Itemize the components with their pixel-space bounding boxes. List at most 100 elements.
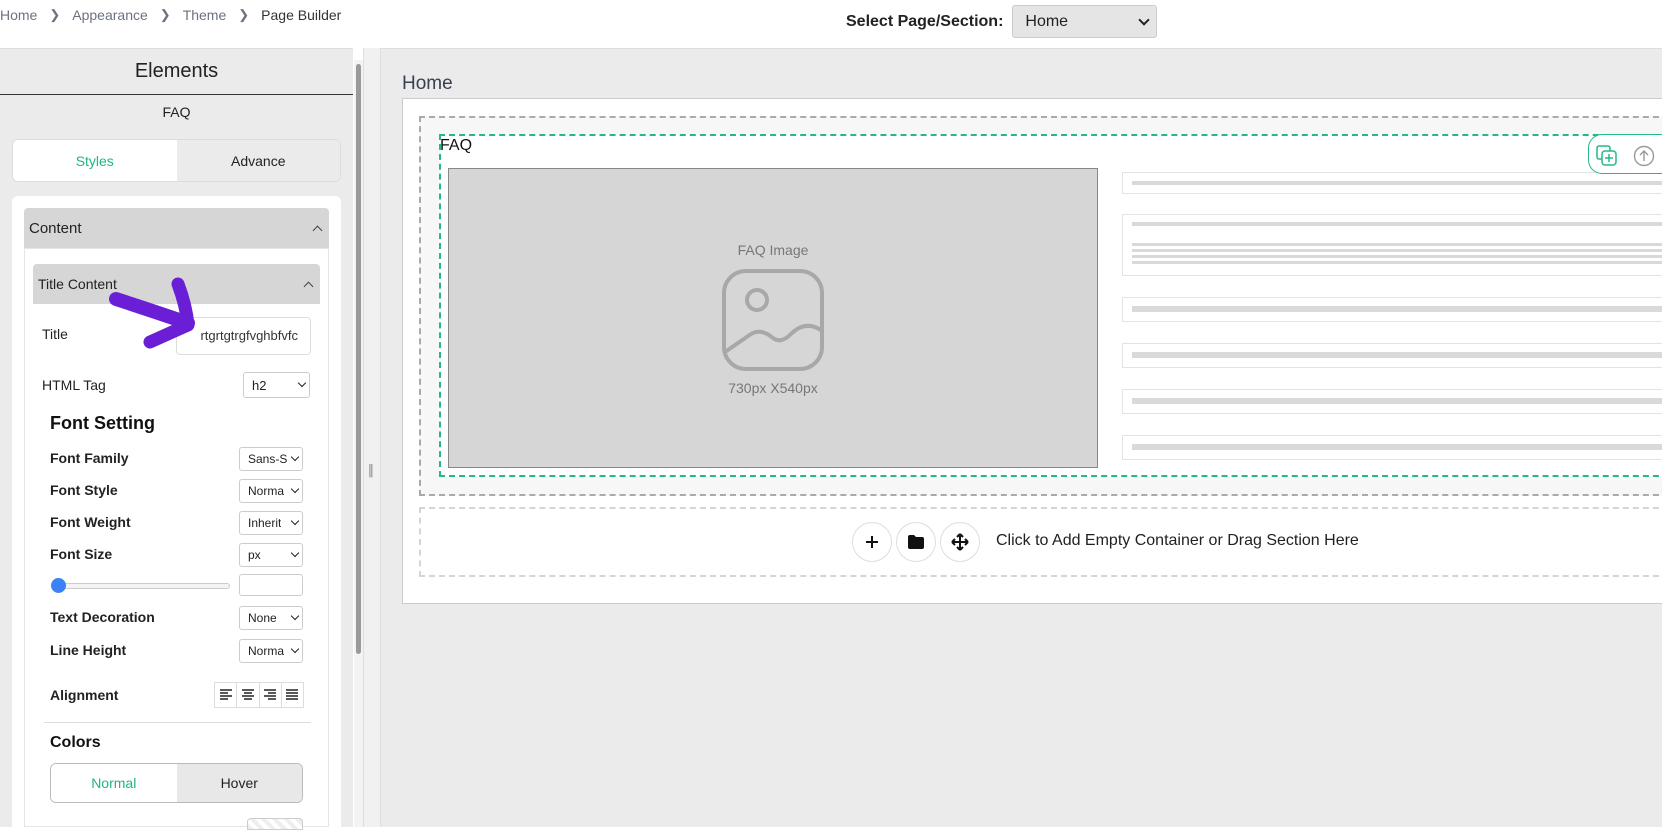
title-content-accordion-header[interactable]: Title Content <box>33 264 320 304</box>
text-decoration-label: Text Decoration <box>50 609 155 625</box>
faq-image-title: FAQ Image <box>737 242 809 258</box>
align-center-icon <box>241 689 254 700</box>
placeholder-line <box>1132 243 1662 246</box>
chevron-down-icon <box>290 484 300 494</box>
top-bar: Home ❯ Appearance ❯ Theme ❯ Page Builder… <box>0 0 1662 48</box>
page-select-label: Select Page/Section: <box>846 12 1004 30</box>
align-left-button[interactable] <box>215 683 238 707</box>
align-left-icon <box>219 689 232 700</box>
page-title: Home <box>402 73 453 94</box>
content-accordion-label: Content <box>29 219 82 237</box>
chevron-down-icon <box>1138 13 1151 26</box>
font-family-label: Font Family <box>50 450 129 466</box>
placeholder-line <box>1132 352 1662 358</box>
breadcrumb-home[interactable]: Home <box>0 7 37 23</box>
font-weight-select[interactable]: Inherit <box>239 511 303 535</box>
placeholder-line <box>1132 222 1662 226</box>
font-size-label: Font Size <box>50 546 113 562</box>
divider <box>44 722 311 723</box>
move-icon <box>951 533 969 551</box>
font-size-unit-select[interactable]: px <box>239 543 303 567</box>
breadcrumb-page-builder: Page Builder <box>261 7 342 23</box>
font-size-slider-thumb[interactable] <box>51 578 66 593</box>
font-setting-heading: Font Setting <box>50 413 155 433</box>
page-select-dropdown[interactable]: Home <box>1012 5 1158 38</box>
chevron-down-icon <box>290 611 300 621</box>
colors-heading: Colors <box>50 734 101 751</box>
font-weight-value: Inherit <box>248 516 282 530</box>
tab-advance[interactable]: Advance <box>176 140 340 181</box>
page-select-value: Home <box>1025 12 1069 30</box>
placeholder-line <box>1132 249 1662 252</box>
chevron-down-icon <box>290 644 300 654</box>
align-justify-icon <box>286 689 299 700</box>
sidebar-scrollbar-thumb[interactable] <box>356 64 361 654</box>
move-up-icon[interactable] <box>1633 145 1655 167</box>
duplicate-icon[interactable] <box>1596 145 1618 167</box>
align-right-icon <box>264 689 277 700</box>
tab-hover[interactable]: Hover <box>176 764 302 802</box>
chevron-right-icon: ❯ <box>49 7 61 22</box>
selected-element-name: FAQ <box>162 104 191 120</box>
text-decoration-value: None <box>248 611 277 625</box>
chevron-up-icon <box>303 281 314 291</box>
html-tag-label: HTML Tag <box>42 377 106 393</box>
align-right-button[interactable] <box>259 683 282 707</box>
line-height-select[interactable]: Norma <box>239 639 303 663</box>
chevron-down-icon <box>290 452 300 462</box>
breadcrumb-theme[interactable]: Theme <box>183 7 227 23</box>
add-container-button[interactable] <box>852 522 892 562</box>
font-family-select[interactable]: Sans-S <box>239 447 303 471</box>
faq-image-dimensions: 730px X540px <box>728 380 818 396</box>
line-height-label: Line Height <box>50 642 127 658</box>
line-height-value: Norma <box>248 644 285 658</box>
chevron-down-icon <box>297 378 307 388</box>
color-swatch[interactable] <box>247 818 303 830</box>
font-weight-label: Font Weight <box>50 514 131 530</box>
align-justify-button[interactable] <box>281 683 303 707</box>
font-size-slider[interactable] <box>55 583 230 589</box>
color-state-tabs: Normal Hover <box>50 763 303 803</box>
font-size-input[interactable] <box>239 574 303 596</box>
text-decoration-select[interactable]: None <box>239 606 303 630</box>
font-style-select[interactable]: Norma <box>239 479 303 503</box>
align-center-button[interactable] <box>237 683 260 707</box>
chevron-right-icon: ❯ <box>159 7 171 22</box>
panel-resize-divider[interactable] <box>363 48 381 827</box>
placeholder-line <box>1132 306 1662 312</box>
chevron-down-icon <box>290 516 300 526</box>
placeholder-line <box>1132 255 1662 258</box>
placeholder-line <box>1132 181 1662 185</box>
folder-icon <box>908 535 924 549</box>
html-tag-select[interactable]: h2 <box>243 372 310 398</box>
tab-normal[interactable]: Normal <box>51 764 177 802</box>
divider <box>0 94 353 95</box>
title-label: Title <box>42 326 68 342</box>
chevron-down-icon <box>290 548 300 558</box>
image-placeholder-icon <box>722 269 824 371</box>
style-tabs: Styles Advance <box>12 139 341 182</box>
placeholder-line <box>1132 261 1662 264</box>
title-content-label: Title Content <box>38 276 117 292</box>
chevron-up-icon <box>312 225 323 235</box>
resize-handle-icon[interactable]: ║ <box>367 465 375 477</box>
font-family-value: Sans-S <box>248 452 288 466</box>
faq-element-label: FAQ <box>440 137 473 154</box>
tab-styles[interactable]: Styles <box>13 140 177 181</box>
html-tag-value: h2 <box>252 377 267 393</box>
alignment-label: Alignment <box>50 687 119 703</box>
font-style-label: Font Style <box>50 482 118 498</box>
font-size-unit-value: px <box>248 548 261 562</box>
breadcrumb: Home ❯ Appearance ❯ Theme ❯ Page Builder <box>0 7 341 23</box>
content-accordion-header[interactable]: Content <box>24 208 329 248</box>
chevron-right-icon: ❯ <box>238 7 250 22</box>
page-section-selector: Select Page/Section: Home <box>846 5 1158 38</box>
alignment-buttons <box>214 682 304 708</box>
placeholder-line <box>1132 398 1662 404</box>
plus-icon <box>866 536 878 548</box>
font-style-value: Norma <box>248 484 285 498</box>
drag-section-button[interactable] <box>940 522 980 562</box>
title-input[interactable]: rtgrtgtrgfvghbfvfc <box>176 317 311 355</box>
load-section-button[interactable] <box>896 522 936 562</box>
breadcrumb-appearance[interactable]: Appearance <box>72 7 148 23</box>
